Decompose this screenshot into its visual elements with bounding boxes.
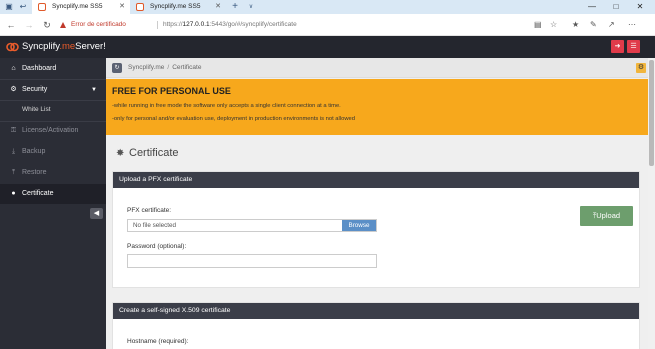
- breadcrumb: ↻ Syncplify.me / Certificate ⚙: [106, 58, 648, 78]
- sidebar-item-security[interactable]: ⚙ Security ▼: [0, 80, 106, 100]
- page-settings-gear-icon[interactable]: ⚙: [636, 63, 646, 73]
- browser-tab-2[interactable]: Syncplify.me SS5 ✕: [130, 0, 226, 14]
- browser-tab-1[interactable]: Syncplify.me SS5 ✕: [32, 0, 130, 14]
- maximize-icon[interactable]: □: [604, 0, 628, 14]
- collapse-arrow-icon: ◀: [93, 210, 100, 217]
- password-label: Password (optional):: [127, 243, 187, 250]
- logo-text-server: Server!: [75, 41, 106, 52]
- close-tab-icon[interactable]: ✕: [215, 0, 221, 14]
- page-scrollbar[interactable]: [648, 58, 655, 349]
- circle-icon: ●: [11, 190, 16, 197]
- reading-view-icon[interactable]: ▤: [534, 19, 542, 31]
- sidebar-subitem-white-list[interactable]: White List: [0, 100, 106, 120]
- sidebar-item-label: Dashboard: [22, 65, 57, 72]
- url-scheme: https://: [163, 21, 183, 28]
- browser-tab-strip: ▣ ↩ Syncplify.me SS5 ✕ Syncplify.me SS5 …: [0, 0, 655, 14]
- free-mode-banner: FREE FOR PERSONAL USE -while running in …: [106, 79, 648, 135]
- sidebar-item-backup[interactable]: ⤓ Backup: [0, 142, 106, 162]
- app-header: Syncplify.meServer! ➜ ☰: [0, 36, 655, 58]
- upload-icon: ⤒: [11, 169, 16, 176]
- minimize-icon[interactable]: —: [580, 0, 604, 14]
- breadcrumb-trail: Syncplify.me / Certificate: [128, 63, 201, 73]
- password-input[interactable]: [127, 254, 377, 268]
- self-signed-card: Create a self-signed X.509 certificate H…: [112, 302, 640, 349]
- page-title-text: Certificate: [129, 147, 179, 159]
- syncplify-favicon-icon: [38, 3, 46, 11]
- upload-pfx-card-header: Upload a PFX certificate: [113, 172, 639, 188]
- forward-arrow-icon[interactable]: →: [22, 18, 36, 32]
- favorites-hub-icon[interactable]: ★: [572, 19, 579, 31]
- scrollbar-thumb[interactable]: [649, 60, 654, 166]
- pfx-certificate-label: PFX certificate:: [127, 207, 172, 214]
- sidebar-item-label: Certificate: [22, 190, 54, 197]
- more-menu-icon[interactable]: ⋯: [628, 19, 636, 31]
- sidebar-item-label: Restore: [22, 169, 47, 176]
- url-host: 127.0.0.1: [182, 21, 210, 28]
- syncplify-logo-icon: [6, 42, 19, 52]
- file-input-placeholder: No file selected: [133, 222, 177, 229]
- sidebar-item-restore[interactable]: ⤒ Restore: [0, 163, 106, 183]
- logout-button[interactable]: ➜: [611, 40, 624, 53]
- window-close-icon[interactable]: ✕: [628, 0, 652, 14]
- sidebar-item-certificate[interactable]: ● Certificate: [0, 184, 106, 204]
- sidebar-item-label: Security: [22, 86, 48, 93]
- main-content: ↻ Syncplify.me / Certificate ⚙ FREE FOR PE…: [106, 58, 648, 349]
- browser-tab-title: Syncplify.me SS5: [52, 3, 103, 10]
- back-arrow-icon[interactable]: ←: [4, 18, 18, 32]
- hostname-label: Hostname (required):: [127, 338, 189, 345]
- certificate-error-label[interactable]: Error de certificado: [71, 19, 126, 31]
- pfx-file-input[interactable]: No file selected Browse: [127, 219, 377, 232]
- upload-button[interactable]: ⤒Upload: [580, 206, 633, 226]
- tab-preview-icon[interactable]: ▣: [4, 2, 14, 12]
- sidebar-item-label: Backup: [22, 148, 46, 155]
- browse-button[interactable]: Browse: [342, 220, 376, 231]
- breadcrumb-separator: /: [167, 64, 170, 71]
- logo-text-me: .me: [59, 41, 76, 52]
- url-field[interactable]: https://127.0.0.1:5443/go/#/syncplify/ce…: [163, 19, 297, 31]
- warning-triangle-icon[interactable]: [60, 22, 66, 28]
- refresh-icon[interactable]: ↻: [112, 63, 122, 73]
- sidebar-item-dashboard[interactable]: ⌂ Dashboard: [0, 59, 106, 79]
- tab-list-chevron-icon[interactable]: ∨: [246, 2, 256, 12]
- collapse-sidebar-button[interactable]: ◀: [90, 208, 103, 219]
- page-title: ✸ Certificate: [116, 146, 179, 161]
- browser-tab-title: Syncplify.me SS5: [150, 3, 201, 10]
- sidebar: ⌂ Dashboard ⚙ Security ▼ White List ⚿ Li…: [0, 58, 106, 349]
- notes-pen-icon[interactable]: ✎: [590, 19, 597, 31]
- logo-text-syncplify: Syncplify: [22, 41, 60, 52]
- syncplify-favicon-icon: [136, 3, 144, 11]
- banner-title: FREE FOR PERSONAL USE: [112, 86, 231, 96]
- url-separator: [157, 21, 158, 29]
- favorite-star-icon[interactable]: ☆: [550, 19, 557, 31]
- share-icon[interactable]: ↗: [608, 19, 615, 31]
- logo-text: Syncplify.meServer!: [22, 40, 106, 54]
- sidebar-item-license-activation[interactable]: ⚿ License/Activation: [0, 121, 106, 141]
- breadcrumb-current: Certificate: [172, 64, 202, 71]
- certificate-gear-icon: ✸: [116, 148, 125, 159]
- new-tab-icon[interactable]: +: [230, 2, 240, 12]
- close-tab-icon[interactable]: ✕: [119, 0, 125, 14]
- back-tabs-icon[interactable]: ↩: [18, 2, 28, 12]
- self-signed-card-header: Create a self-signed X.509 certificate: [113, 303, 639, 319]
- hamburger-menu-button[interactable]: ☰: [627, 40, 640, 53]
- sidebar-item-label: License/Activation: [22, 127, 79, 134]
- download-icon: ⤓: [11, 148, 16, 155]
- refresh-icon[interactable]: ↻: [40, 18, 54, 32]
- url-path: :5443/go/#/syncplify/certificate: [209, 21, 297, 28]
- upload-pfx-card: Upload a PFX certificate PFX certificate…: [112, 171, 640, 288]
- gear-icon: ⚙: [10, 86, 17, 93]
- upload-button-label: Upload: [596, 211, 621, 220]
- address-bar: ← → ↻ Error de certificado https://127.0…: [0, 14, 655, 36]
- chevron-down-icon: ▼: [91, 87, 97, 93]
- key-icon: ⚿: [10, 127, 17, 134]
- banner-line-2: -only for personal and/or evaluation use…: [112, 116, 355, 122]
- sidebar-subitem-label: White List: [22, 106, 51, 113]
- home-icon: ⌂: [11, 65, 16, 72]
- breadcrumb-root[interactable]: Syncplify.me: [128, 64, 164, 71]
- banner-line-1: -while running in free mode the software…: [112, 103, 341, 109]
